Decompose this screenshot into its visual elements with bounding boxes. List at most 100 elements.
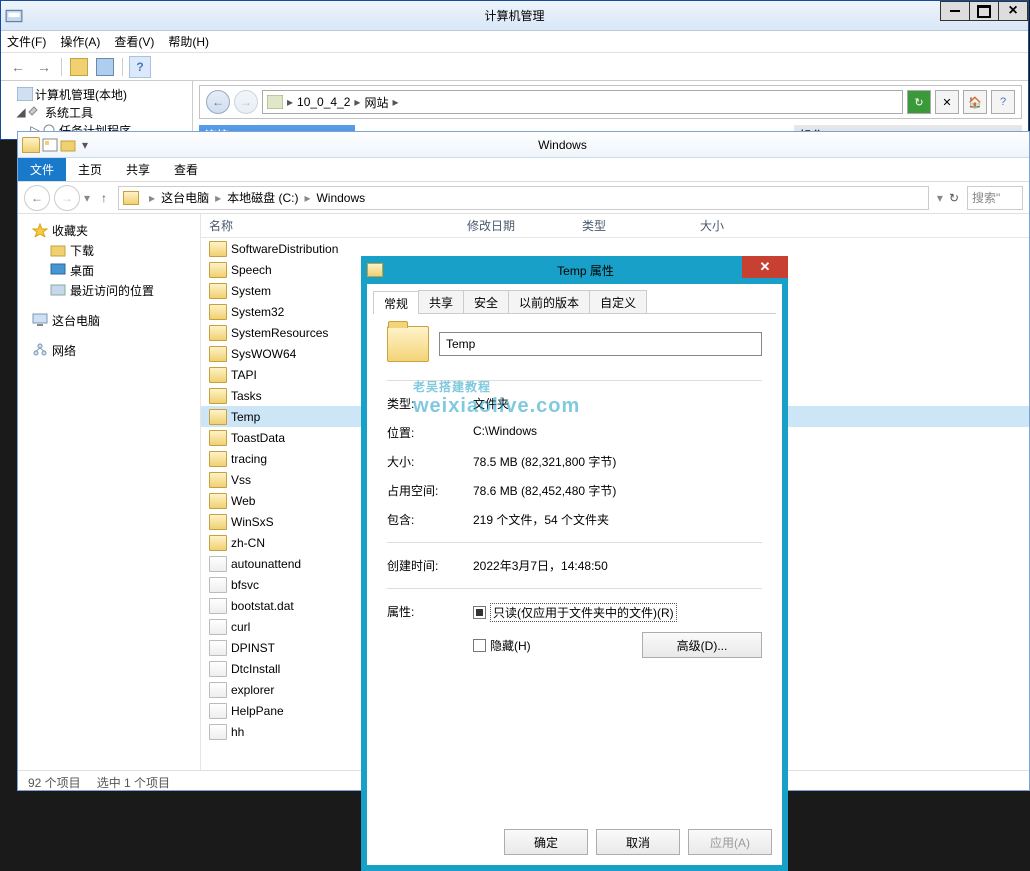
- iis-stop-icon[interactable]: ✕: [935, 90, 959, 114]
- crumb-windows[interactable]: Windows: [316, 191, 365, 205]
- label-created: 创建时间:: [387, 557, 473, 574]
- toolbar-icon-2[interactable]: [94, 56, 116, 78]
- ribbon-tabstrip: 文件 主页 共享 查看: [18, 158, 1029, 182]
- file-name-label: Speech: [231, 263, 272, 277]
- iis-help-icon[interactable]: ?: [991, 90, 1015, 114]
- crumb-drive-c[interactable]: 本地磁盘 (C:): [227, 189, 298, 206]
- col-date[interactable]: 修改日期: [459, 214, 574, 237]
- iis-back-button[interactable]: ←: [206, 90, 230, 114]
- ok-button[interactable]: 确定: [504, 829, 588, 855]
- props-close-button[interactable]: [742, 256, 788, 278]
- file-name-label: HelpPane: [231, 704, 284, 718]
- menu-help[interactable]: 帮助(H): [168, 33, 209, 50]
- nav-back-button[interactable]: ←: [24, 185, 50, 211]
- ribbon-tab-view[interactable]: 查看: [162, 158, 210, 181]
- folder-icon: [209, 346, 227, 362]
- tab-general[interactable]: 常规: [373, 291, 419, 314]
- iis-forward-button[interactable]: →: [234, 90, 258, 114]
- nav-network[interactable]: 网络: [32, 340, 194, 360]
- file-name-label: System: [231, 284, 271, 298]
- ribbon-tab-home[interactable]: 主页: [66, 158, 114, 181]
- file-name-label: SoftwareDistribution: [231, 242, 338, 256]
- qat-dropdown-icon[interactable]: ▾: [78, 138, 92, 152]
- nav-up-button[interactable]: ↑: [94, 186, 114, 210]
- close-button[interactable]: [998, 1, 1028, 21]
- qat-properties-icon[interactable]: [42, 138, 58, 152]
- props-title: Temp 属性: [389, 262, 782, 279]
- nav-favorites[interactable]: 收藏夹: [32, 220, 194, 240]
- mgmt-root-icon: [17, 87, 33, 101]
- qat-new-folder-icon[interactable]: [60, 138, 76, 152]
- col-size[interactable]: 大小: [692, 214, 767, 237]
- apply-button[interactable]: 应用(A): [688, 829, 772, 855]
- file-name-label: ToastData: [231, 431, 285, 445]
- value-created: 2022年3月7日，14:48:50: [473, 557, 762, 574]
- file-name-label: DPINST: [231, 641, 275, 655]
- folder-icon: [209, 388, 227, 404]
- tab-sharing[interactable]: 共享: [418, 290, 464, 313]
- address-dropdown-icon[interactable]: ▾: [937, 191, 943, 205]
- file-name-label: Tasks: [231, 389, 262, 403]
- toolbar-icon-1[interactable]: [68, 56, 90, 78]
- value-size: 78.5 MB (82,321,800 字节): [473, 453, 762, 470]
- tab-customize[interactable]: 自定义: [589, 290, 647, 313]
- tab-security[interactable]: 安全: [463, 290, 509, 313]
- nav-recent[interactable]: 最近访问的位置: [32, 280, 194, 300]
- nav-back-icon[interactable]: [7, 56, 29, 78]
- menu-action[interactable]: 操作(A): [60, 33, 100, 50]
- iis-crumb-sites[interactable]: 网站: [364, 94, 388, 111]
- folder-icon: [209, 304, 227, 320]
- menu-file[interactable]: 文件(F): [7, 33, 46, 50]
- computer-icon: [32, 313, 48, 327]
- label-size-on-disk: 占用空间:: [387, 482, 473, 499]
- checkbox-readonly[interactable]: [473, 606, 486, 619]
- value-contains: 219 个文件，54 个文件夹: [473, 511, 762, 528]
- tree-root[interactable]: 计算机管理(本地): [35, 86, 127, 103]
- ribbon-tab-share[interactable]: 共享: [114, 158, 162, 181]
- iis-home-icon[interactable]: 🏠: [963, 90, 987, 114]
- status-selected-count: 选中 1 个项目: [97, 774, 170, 791]
- file-name-label: TAPI: [231, 368, 257, 382]
- file-icon: [209, 682, 227, 698]
- label-type: 类型:: [387, 395, 473, 412]
- value-location: C:\Windows: [473, 424, 762, 441]
- nav-desktop[interactable]: 桌面: [32, 260, 194, 280]
- nav-history-dropdown[interactable]: ▾: [84, 191, 90, 205]
- crumb-this-pc[interactable]: 这台电脑: [161, 189, 209, 206]
- iis-crumb-server[interactable]: 10_0_4_2: [297, 95, 350, 109]
- refresh-icon[interactable]: ↻: [949, 191, 959, 205]
- address-bar[interactable]: ▸ 这台电脑 ▸ 本地磁盘 (C:) ▸ Windows: [118, 186, 929, 210]
- iis-breadcrumb[interactable]: ▸ 10_0_4_2 ▸ 网站 ▸: [262, 90, 903, 114]
- nav-pane: 收藏夹 下载 桌面 最近访问的位置 这台电脑 网络: [18, 214, 201, 770]
- tree-systools[interactable]: 系统工具: [45, 104, 93, 121]
- maximize-button[interactable]: [969, 1, 999, 21]
- nav-downloads[interactable]: 下载: [32, 240, 194, 260]
- file-name-label: hh: [231, 725, 244, 739]
- col-name[interactable]: 名称: [201, 214, 459, 237]
- folder-name-input[interactable]: Temp: [439, 332, 762, 356]
- folder-icon: [209, 241, 227, 257]
- mgmt-titlebar: 计算机管理: [1, 1, 1028, 31]
- cancel-button[interactable]: 取消: [596, 829, 680, 855]
- minimize-button[interactable]: [940, 1, 970, 21]
- tab-previous-versions[interactable]: 以前的版本: [508, 290, 590, 313]
- value-type: 文件夹: [473, 395, 762, 412]
- ribbon-tab-file[interactable]: 文件: [18, 158, 66, 181]
- folder-icon: [209, 283, 227, 299]
- star-icon: [32, 223, 48, 237]
- nav-forward-button[interactable]: →: [54, 185, 80, 211]
- nav-forward-icon[interactable]: [33, 56, 55, 78]
- checkbox-hidden[interactable]: [473, 639, 486, 652]
- col-type[interactable]: 类型: [574, 214, 692, 237]
- menu-view[interactable]: 查看(V): [114, 33, 154, 50]
- file-icon: [209, 661, 227, 677]
- nav-this-pc[interactable]: 这台电脑: [32, 310, 194, 330]
- mgmt-title-text: 计算机管理: [484, 7, 544, 24]
- computer-management-window: 计算机管理 文件(F) 操作(A) 查看(V) 帮助(H) ? 计算机管理(本地…: [0, 0, 1029, 140]
- advanced-button[interactable]: 高级(D)...: [642, 632, 762, 658]
- label-readonly: 只读(仅应用于文件夹中的文件)(R): [490, 603, 677, 622]
- help-icon[interactable]: ?: [129, 56, 151, 78]
- iis-refresh-icon[interactable]: ↻: [907, 90, 931, 114]
- search-input[interactable]: 搜索": [967, 186, 1023, 210]
- file-icon: [209, 640, 227, 656]
